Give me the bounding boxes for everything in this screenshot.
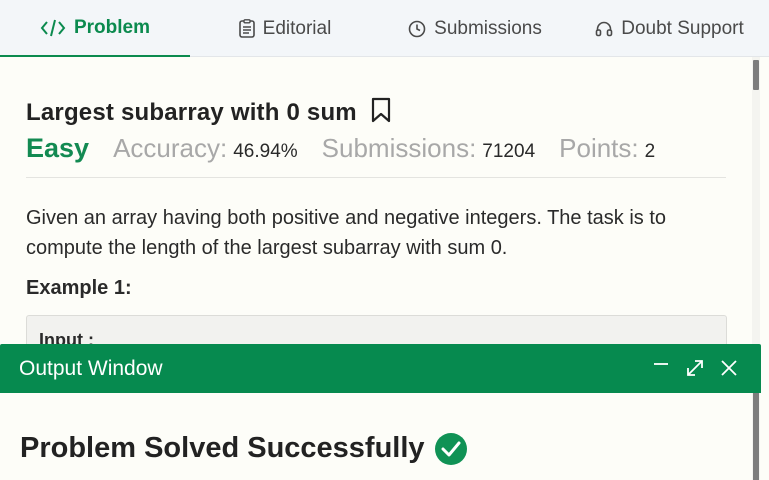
accuracy-value: 46.94% (233, 141, 298, 162)
submissions-value: 71204 (482, 141, 536, 162)
output-window-title: Output Window (19, 356, 163, 380)
tab-editorial-label: Editorial (262, 17, 332, 39)
expand-icon[interactable] (685, 356, 705, 380)
points-value: 2 (644, 141, 656, 162)
document-icon (238, 19, 255, 38)
accuracy-label: Accuracy: (113, 133, 228, 163)
tab-problem-label: Problem (73, 16, 151, 38)
problem-meta: Easy Accuracy: 46.94% Submissions: 71204… (26, 133, 679, 164)
clock-icon (408, 20, 426, 38)
problem-title: Largest subarray with 0 sum (26, 98, 357, 126)
bookmark-icon[interactable] (371, 97, 391, 128)
output-window-body: Problem Solved Successfully (0, 393, 752, 480)
problem-description: Given an array having both positive and … (26, 207, 667, 259)
difficulty-badge: Easy (26, 133, 90, 163)
result-row: Problem Solved Successfully (20, 432, 467, 465)
minimize-icon[interactable] (651, 356, 671, 380)
output-window-controls (651, 356, 739, 380)
scrollbar-thumb[interactable] (753, 60, 759, 90)
submissions-label: Submissions: (321, 133, 477, 163)
divider (26, 177, 726, 178)
check-circle-icon (434, 432, 467, 465)
title-row: Largest subarray with 0 sum (26, 97, 391, 128)
tab-doubt-support[interactable]: Doubt Support (570, 0, 769, 57)
result-status: Problem Solved Successfully (20, 432, 425, 464)
tab-editorial[interactable]: Editorial (190, 0, 380, 57)
example-heading: Example 1: (26, 277, 132, 299)
points-label: Points: (559, 133, 639, 163)
problem-tabs: Problem Editorial Submissions Doubt Supp… (0, 0, 769, 57)
tab-submissions-label: Submissions (434, 17, 542, 39)
headset-icon (595, 20, 613, 38)
output-window-header[interactable]: Output Window (0, 344, 761, 393)
close-icon[interactable] (719, 356, 739, 380)
tab-doubt-support-label: Doubt Support (621, 17, 744, 39)
tab-submissions[interactable]: Submissions (380, 0, 570, 57)
tab-problem[interactable]: Problem (0, 0, 190, 57)
code-icon (40, 19, 66, 37)
